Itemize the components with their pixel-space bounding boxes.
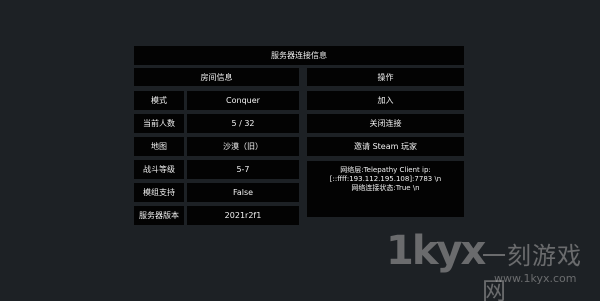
network-status-text: 网络连接状态:True \n	[351, 184, 420, 192]
join-button[interactable]: 加入	[307, 91, 464, 110]
battle-level-label: 战斗等级	[134, 160, 184, 179]
site-watermark: 1kyx 一刻游戏网 www.1kyx.com	[378, 226, 600, 301]
network-info-panel: 网络层:Telepathy Client ip: [::ffff:193.112…	[307, 161, 464, 217]
server-version-label: 服务器版本	[134, 206, 184, 225]
player-count-label: 当前人数	[134, 114, 184, 133]
close-connection-button[interactable]: 关闭连接	[307, 114, 464, 133]
network-layer-text: 网络层:Telepathy Client ip:	[340, 166, 431, 174]
panel-title: 服务器连接信息	[134, 46, 464, 65]
mod-support-value: False	[187, 183, 299, 202]
battle-level-value: 5-7	[187, 160, 299, 179]
map-value: 沙漠（旧）	[187, 137, 299, 156]
watermark-site-name: 一刻游戏网	[482, 242, 582, 301]
player-count-value: 5 / 32	[187, 114, 299, 133]
invite-steam-button[interactable]: 邀请 Steam 玩家	[307, 137, 464, 156]
actions-header: 操作	[307, 68, 464, 86]
mode-label: 模式	[134, 91, 184, 110]
watermark-logo: 1kyx	[386, 228, 486, 274]
server-version-value: 2021r2f1	[187, 206, 299, 225]
mod-support-label: 模组支持	[134, 183, 184, 202]
room-info-header: 房间信息	[134, 68, 299, 86]
network-address-text: [::ffff:193.112.195.108]:7783 \n	[329, 175, 442, 183]
mode-value: Conquer	[187, 91, 299, 110]
watermark-url: www.1kyx.com	[494, 272, 577, 285]
map-label: 地图	[134, 137, 184, 156]
